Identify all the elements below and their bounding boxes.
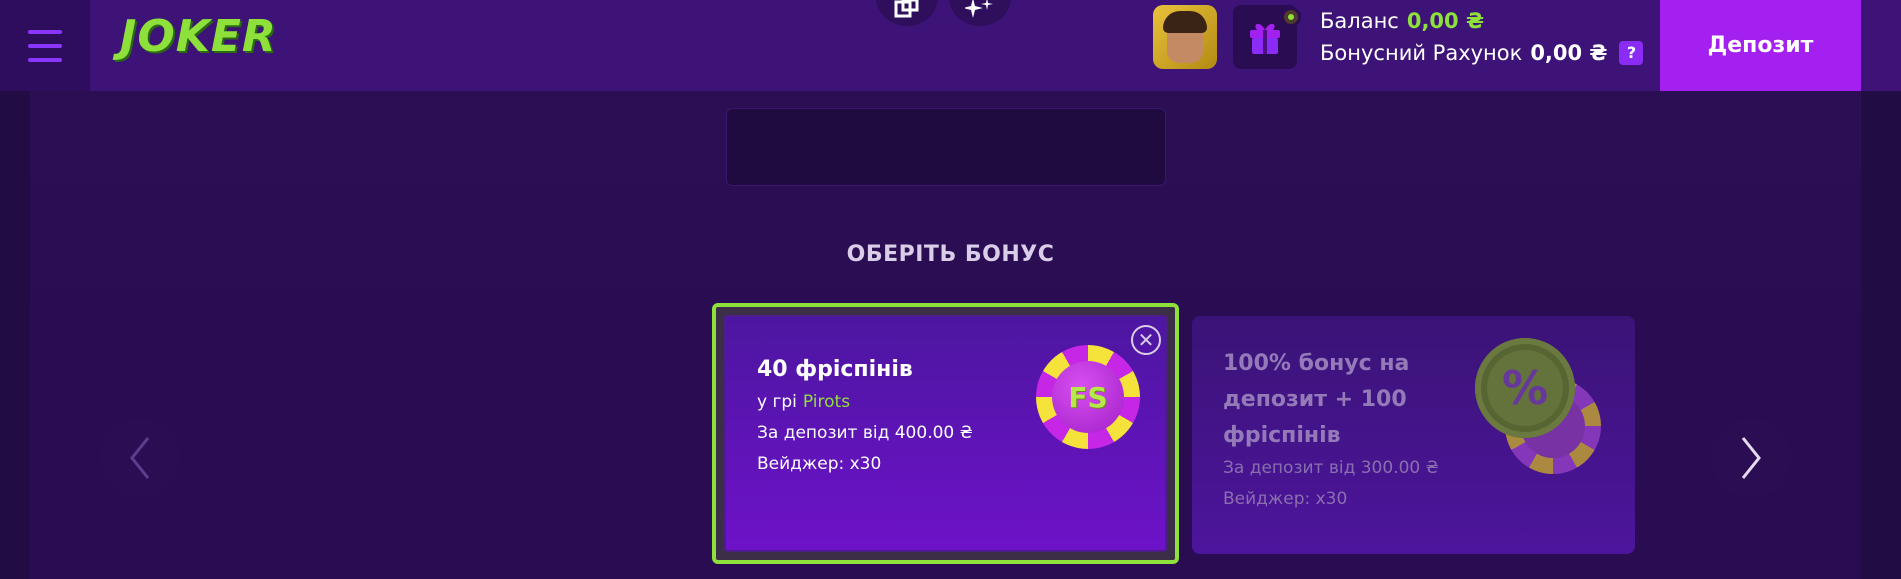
- bonus-label: Бонусний Рахунок: [1320, 41, 1523, 65]
- freespins-badge: FS: [1052, 361, 1124, 433]
- freespins-chip-icon: FS: [1036, 345, 1140, 449]
- percent-chip-icon: %: [1475, 338, 1575, 438]
- bonus-value: 0,00 ₴: [1530, 41, 1608, 65]
- balance: Баланс 0,00 ₴: [1320, 9, 1484, 33]
- gift-button[interactable]: [1233, 5, 1301, 69]
- percent-badge: %: [1487, 350, 1563, 426]
- card-deposit: За депозит від 300.00 ₴: [1223, 458, 1439, 478]
- card-title-line-3: фріспінів: [1223, 423, 1341, 448]
- card-game-prefix: у грі: [757, 392, 797, 412]
- section-title: ОБЕРІТЬ БОНУС: [846, 242, 1055, 267]
- carousel-prev-button[interactable]: [100, 418, 180, 498]
- gift-icon: [1250, 23, 1280, 54]
- avatar[interactable]: [1153, 5, 1217, 69]
- copy-button[interactable]: [876, 0, 938, 26]
- card-deposit: За депозит від 400.00 ₴: [757, 423, 973, 443]
- card-title-line-1: 100% бонус на: [1223, 351, 1410, 376]
- card-title-line-2: депозит + 100: [1223, 387, 1407, 412]
- header: JOKER Баланс 0,00 ₴ Бонусний Рахунок 0,00 …: [0, 0, 1901, 91]
- hamburger-icon: [28, 25, 62, 67]
- card-wager: Вейджер: x30: [1223, 489, 1348, 509]
- card-wager: Вейджер: x30: [757, 454, 882, 474]
- bonus-card[interactable]: 100% бонус на депозит + 100 фріспінів За…: [1192, 316, 1635, 554]
- logo[interactable]: JOKER: [120, 6, 277, 66]
- close-icon[interactable]: ✕: [1131, 325, 1161, 355]
- chevron-left-icon: [130, 437, 150, 479]
- bonus-card-selected[interactable]: 40 фріспінів у грі Pirots За депозит від …: [712, 303, 1179, 564]
- notification-dot: [1281, 7, 1301, 27]
- sparkle-button[interactable]: [949, 0, 1011, 26]
- card-game-link[interactable]: Pirots: [803, 392, 850, 412]
- copy-icon: [894, 0, 919, 18]
- sparkle-icon: [965, 0, 993, 18]
- carousel-next-button[interactable]: [1711, 418, 1791, 498]
- card-title: 40 фріспінів: [757, 357, 913, 382]
- card-game: у грі Pirots: [757, 392, 850, 412]
- chevron-right-icon: [1741, 437, 1761, 479]
- help-button[interactable]: ?: [1619, 41, 1644, 65]
- balance-label: Баланс: [1320, 9, 1399, 33]
- bonus-account: Бонусний Рахунок 0,00 ₴?: [1320, 41, 1644, 65]
- menu-button[interactable]: [0, 0, 90, 91]
- balance-value: 0,00 ₴: [1406, 9, 1485, 33]
- promo-code-field[interactable]: [726, 108, 1166, 186]
- deposit-button[interactable]: Депозит: [1660, 0, 1861, 91]
